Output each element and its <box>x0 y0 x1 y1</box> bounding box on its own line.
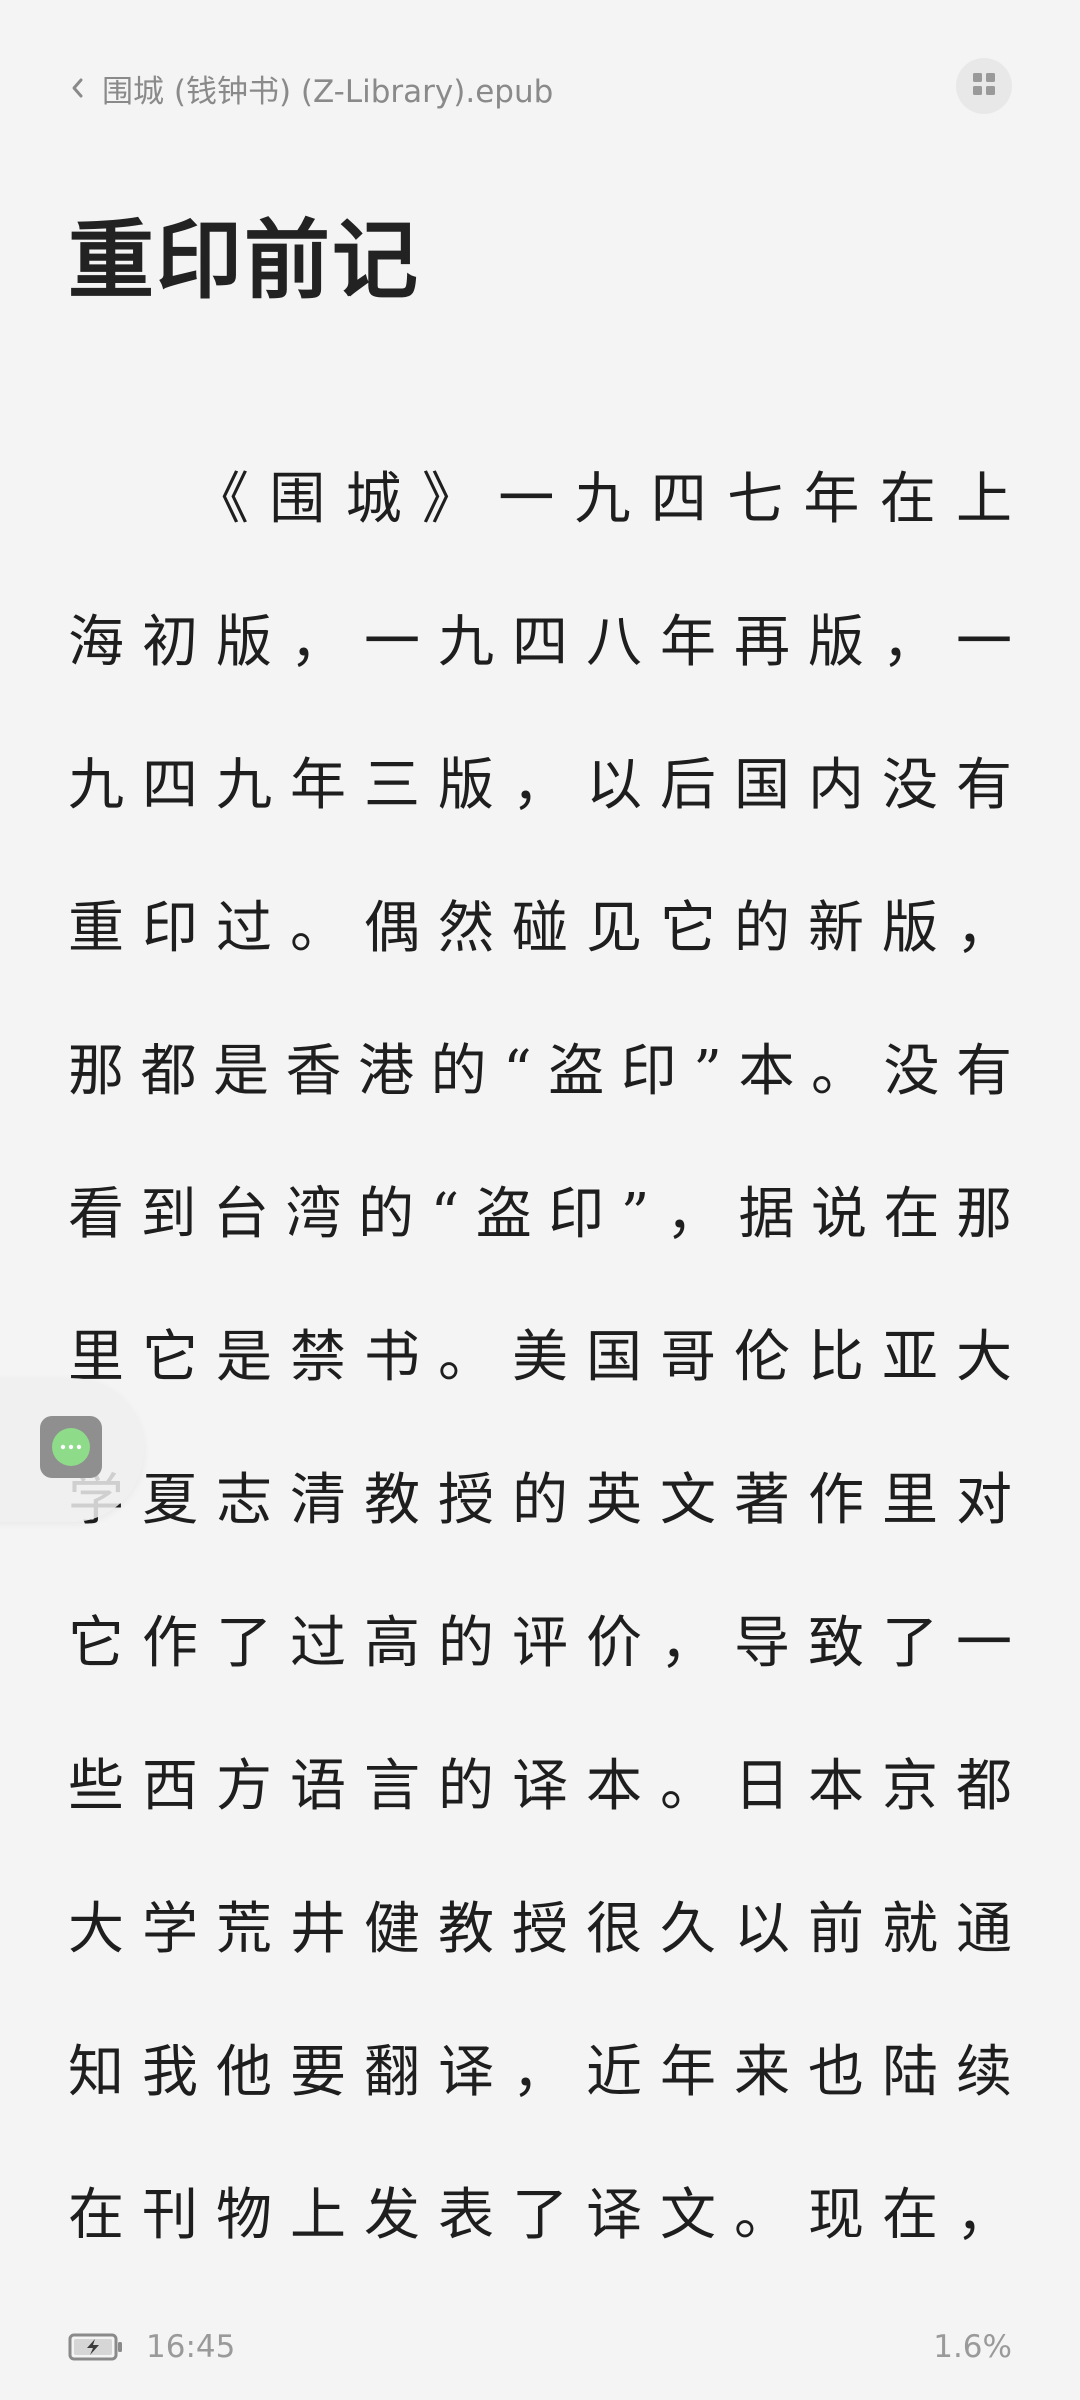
book-title: 围城 (钱钟书) (Z-Library).epub <box>102 73 554 110</box>
text-line: 海初版，一九四八年再版，一 <box>68 610 1012 675</box>
floating-chat-button[interactable] <box>40 1416 102 1478</box>
reader-header: 围城 (钱钟书) (Z-Library).epub <box>68 58 1012 118</box>
menu-button[interactable] <box>956 58 1012 114</box>
text-line: 它作了过高的评价，导致了一 <box>68 1611 1012 1676</box>
text-line: 学夏志清教授的英文著作里对 <box>68 1468 1012 1533</box>
text-line: 大学荒井健教授很久以前就通 <box>68 1897 1012 1962</box>
more-dots-icon <box>52 1428 90 1466</box>
grid-icon <box>971 71 997 101</box>
chapter-title: 重印前记 <box>68 210 420 311</box>
text-line: 《围城》一九四七年在上 <box>193 467 1012 532</box>
chevron-left-icon <box>68 68 88 108</box>
clock-time: 16:45 <box>146 2329 236 2365</box>
text-line: 知我他要翻译，近年来也陆续 <box>68 2040 1012 2105</box>
battery-charging-icon <box>68 2332 124 2362</box>
reading-progress: 1.6% <box>933 2329 1012 2365</box>
text-line: 些西方语言的译本。日本京都 <box>68 1754 1012 1819</box>
text-line: 里它是禁书。美国哥伦比亚大 <box>68 1325 1012 1390</box>
text-line: 重印过。偶然碰见它的新版， <box>68 896 1012 961</box>
back-button[interactable]: 围城 (钱钟书) (Z-Library).epub <box>68 66 553 111</box>
reader-page: 围城 (钱钟书) (Z-Library).epub 重印前记 《围城》一九四七年… <box>0 0 1080 2400</box>
text-line: 那都是香港的“盗印”本。没有 <box>68 1039 1012 1104</box>
text-line: 在刊物上发表了译文。现在， <box>68 2183 1012 2248</box>
text-line: 九四九年三版，以后国内没有 <box>68 753 1012 818</box>
reader-footer: 16:45 1.6% <box>68 2322 1012 2372</box>
text-line: 看到台湾的“盗印”，据说在那 <box>68 1182 1012 1247</box>
reading-content[interactable]: 《围城》一九四七年在上 海初版，一九四八年再版，一 九四九年三版，以后国内没有 … <box>68 452 1012 2311</box>
